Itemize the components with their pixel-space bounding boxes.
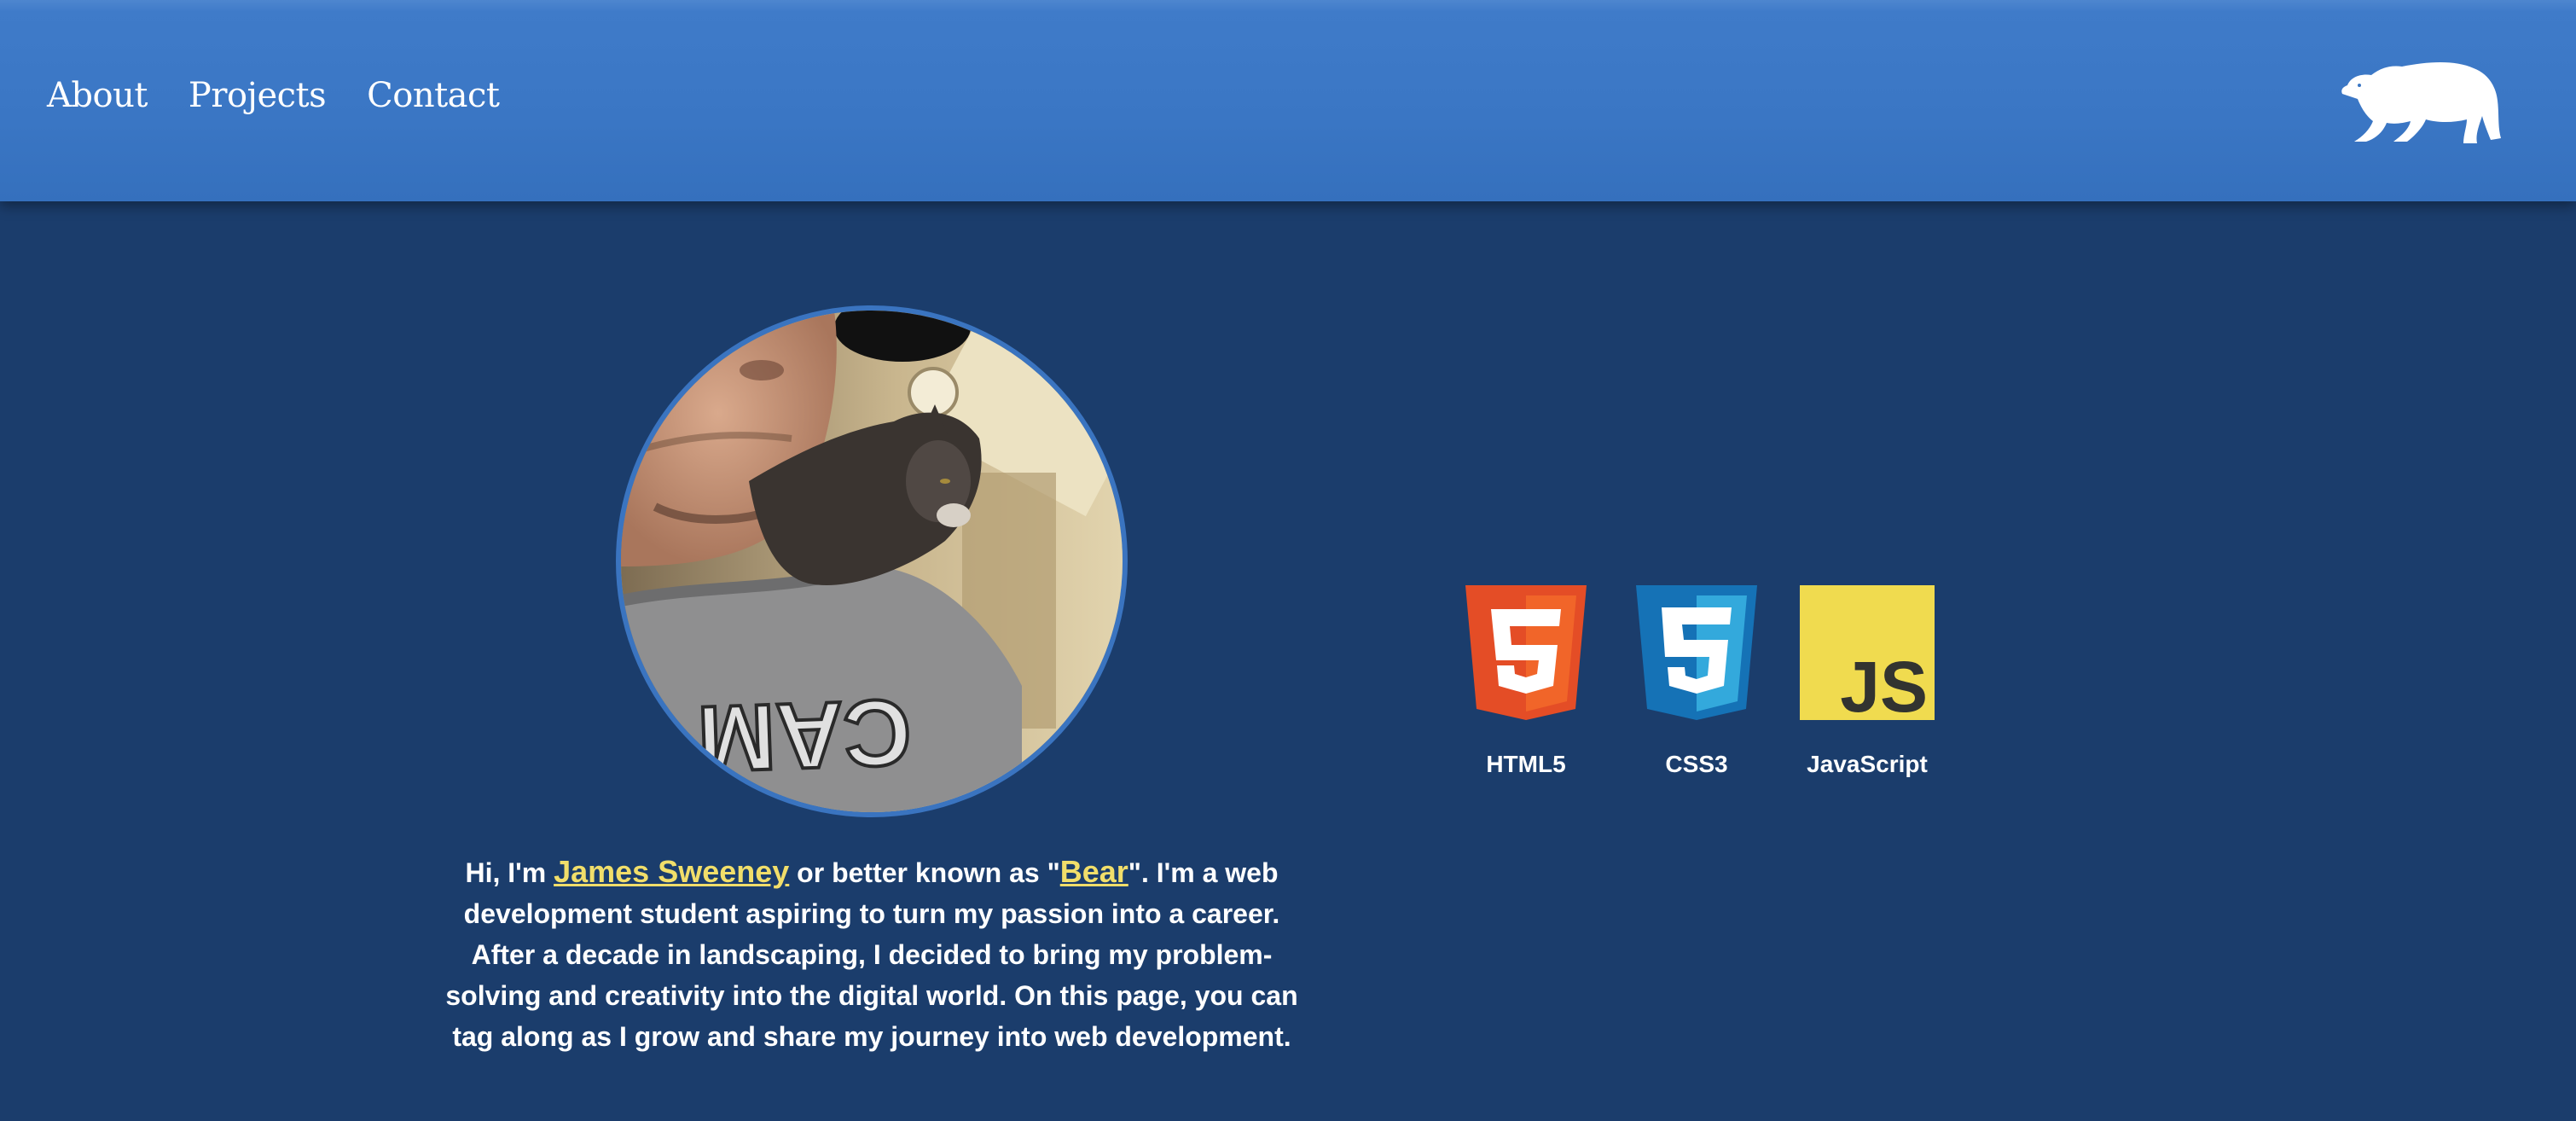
main-nav: About Projects Contact [47, 70, 500, 121]
site-header: About Projects Contact [0, 0, 2576, 201]
css3-icon [1636, 585, 1757, 720]
skills-list: HTML5 CSS3 JS JavaScript [1465, 585, 1935, 778]
nav-projects-link[interactable]: Projects [189, 70, 327, 121]
skill-javascript: JS JavaScript [1800, 585, 1935, 778]
skill-html5: HTML5 [1465, 585, 1587, 778]
bio-prefix: Hi, I'm [465, 857, 554, 888]
skill-label: CSS3 [1665, 751, 1728, 777]
nickname-link[interactable]: Bear [1060, 854, 1128, 889]
svg-text:JS: JS [1840, 647, 1928, 720]
bio-middle: or better known as " [789, 857, 1060, 888]
name-link[interactable]: James Sweeney [554, 854, 789, 889]
profile-photo: CAM [616, 305, 1128, 817]
skill-label: JavaScript [1807, 751, 1928, 777]
javascript-icon: JS [1800, 585, 1935, 720]
bio-text: Hi, I'm James Sweeney or better known as… [445, 851, 1298, 1057]
skill-css3: CSS3 [1636, 585, 1757, 778]
polar-bear-icon[interactable] [2335, 56, 2506, 150]
nav-about-link[interactable]: About [47, 70, 148, 121]
nav-contact-link[interactable]: Contact [367, 70, 500, 121]
skill-label: HTML5 [1486, 751, 1566, 777]
html5-icon [1465, 585, 1587, 720]
